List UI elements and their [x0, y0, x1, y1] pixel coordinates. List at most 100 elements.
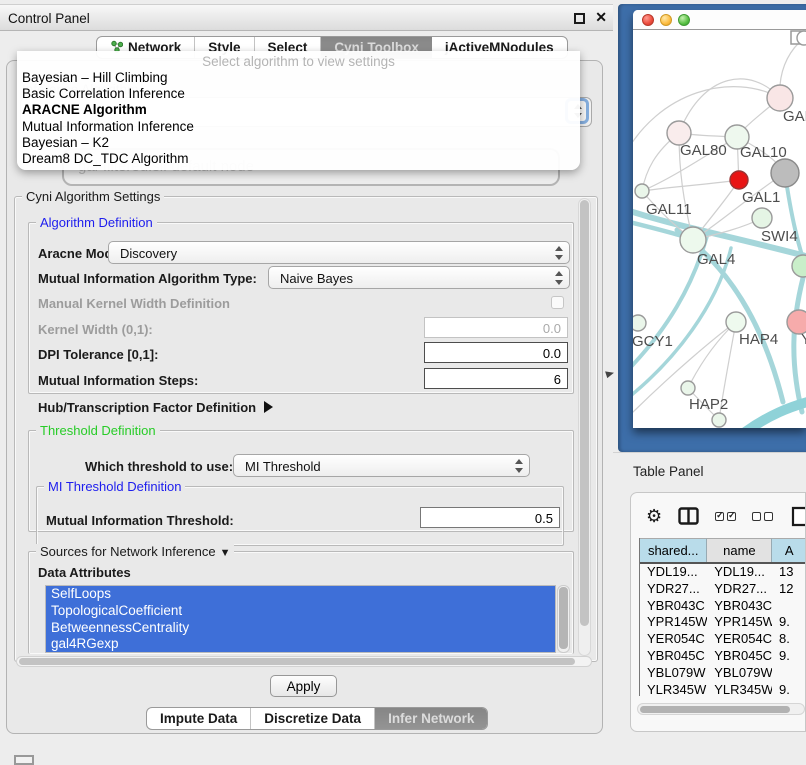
table-row[interactable]: YER054CYER054C8.: [640, 631, 806, 648]
chevron-right-icon: [264, 401, 273, 413]
tab-infer-network[interactable]: Infer Network: [375, 708, 487, 729]
scrollbar-thumb[interactable]: [640, 706, 790, 713]
attribute-item[interactable]: gal4RGexp: [46, 636, 555, 653]
split-columns-icon[interactable]: [678, 507, 699, 525]
gear-icon[interactable]: ⚙: [646, 506, 662, 527]
column-header-name[interactable]: name: [707, 538, 772, 562]
kernel-width-label: Kernel Width (0,1):: [38, 322, 153, 337]
table-cell: YLR345W: [640, 682, 707, 696]
table-cell: 13: [772, 564, 806, 581]
table-panel-divider: [613, 452, 806, 453]
select-all-checkboxes-icon[interactable]: [715, 512, 736, 521]
manual-kernel-width-checkbox[interactable]: [551, 296, 564, 309]
float-icon[interactable]: [574, 13, 585, 24]
table-row[interactable]: YBL079WYBL079W: [640, 665, 806, 682]
mi-steps-value: 6: [554, 372, 561, 387]
node-table[interactable]: shared... name A YDL19...YDL19...13YDR27…: [639, 538, 806, 696]
attribute-item[interactable]: BetweennessCentrality: [46, 620, 555, 637]
node-label: HAP2: [689, 396, 728, 413]
network-node[interactable]: [797, 31, 806, 45]
apply-button[interactable]: Apply: [270, 675, 337, 697]
table-cell: YBL079W: [640, 665, 707, 682]
attribute-item[interactable]: TopologicalCoefficient: [46, 603, 555, 620]
algorithm-option[interactable]: Dream8 DC_TDC Algorithm: [17, 151, 580, 167]
kernel-width-field: 0.0: [424, 317, 568, 338]
chevron-down-icon: ▼: [220, 547, 231, 559]
table-cell: 9.: [772, 648, 806, 665]
new-table-icon[interactable]: [791, 505, 806, 527]
aracne-mode-combo[interactable]: Discovery: [108, 241, 570, 264]
table-cell: [772, 598, 806, 615]
minimize-traffic-light-icon[interactable]: [660, 14, 672, 26]
network-view-window[interactable]: GALGAL80GAL10GAL1GAL11SWI4GAL4GCY1HAP4YH…: [633, 10, 806, 428]
data-attributes-list[interactable]: SelfLoopsTopologicalCoefficientBetweenne…: [45, 585, 556, 653]
table-cell: YDL19...: [640, 564, 707, 581]
node-label: GAL80: [680, 142, 727, 159]
network-node[interactable]: [712, 413, 726, 427]
cyni-bottom-tabs: Impute Data Discretize Data Infer Network: [146, 707, 488, 730]
network-node-gcy1[interactable]: [633, 315, 646, 331]
close-traffic-light-icon[interactable]: [642, 14, 654, 26]
sources-group-title[interactable]: Sources for Network Inference▼: [36, 544, 234, 559]
table-row[interactable]: YBR045CYBR045C9.: [640, 648, 806, 665]
column-header-shared-name[interactable]: shared...: [640, 538, 707, 562]
table-row[interactable]: YDR27...YDR27...12: [640, 581, 806, 598]
node-label: GAL4: [697, 251, 735, 268]
control-panel-title: Control Panel: [8, 11, 90, 26]
mi-steps-field[interactable]: 6: [424, 368, 568, 389]
which-threshold-combo[interactable]: MI Threshold: [233, 454, 530, 477]
scrollbar-thumb[interactable]: [580, 200, 589, 626]
network-node-gal1[interactable]: [730, 171, 748, 189]
deselect-all-checkboxes-icon[interactable]: [752, 512, 773, 521]
hub-definition-toggle[interactable]: Hub/Transcription Factor Definition: [38, 400, 273, 415]
algorithm-option[interactable]: ARACNE Algorithm: [17, 102, 580, 118]
table-cell: YBR045C: [707, 648, 772, 665]
mi-threshold-field[interactable]: 0.5: [420, 507, 560, 528]
scrollbar-thumb[interactable]: [19, 658, 575, 665]
network-node-gal11[interactable]: [635, 184, 649, 198]
tab-label: Discretize Data: [264, 711, 361, 726]
table-cell: YPR145W: [707, 614, 772, 631]
table-cell: YBR043C: [707, 598, 772, 615]
network-node[interactable]: [792, 255, 806, 277]
node-label: GCY1: [633, 333, 673, 350]
table-cell: 9.: [772, 614, 806, 631]
network-node-gal4[interactable]: [680, 227, 706, 253]
table-row[interactable]: YBR043CYBR043C: [640, 598, 806, 615]
attributes-list-scrollbar[interactable]: [557, 585, 570, 653]
tab-impute-data[interactable]: Impute Data: [147, 708, 251, 729]
table-cell: 12: [772, 581, 806, 598]
column-header-partial[interactable]: A: [772, 538, 806, 562]
network-node-hap4[interactable]: [726, 312, 746, 332]
settings-scrollbar[interactable]: [578, 198, 591, 656]
algorithm-option[interactable]: Basic Correlation Inference: [17, 86, 580, 102]
network-node-hap2[interactable]: [681, 381, 695, 395]
table-row[interactable]: YDL19...YDL19...13: [640, 564, 806, 581]
node-label: SWI4: [761, 228, 798, 245]
network-canvas[interactable]: GALGAL80GAL10GAL1GAL11SWI4GAL4GCY1HAP4YH…: [633, 30, 806, 428]
table-cell: YBL079W: [707, 665, 772, 682]
algorithm-option[interactable]: Mutual Information Inference: [17, 119, 580, 135]
table-body: YDL19...YDL19...13YDR27...YDR27...12YBR0…: [640, 564, 806, 696]
stepper-icon: [555, 271, 563, 285]
zoom-traffic-light-icon[interactable]: [678, 14, 690, 26]
table-row[interactable]: YPR145WYPR145W9.: [640, 614, 806, 631]
dpi-tolerance-field[interactable]: 0.0: [424, 342, 568, 363]
network-window-titlebar: [633, 10, 806, 30]
table-toolbar: ⚙: [631, 503, 805, 529]
close-icon[interactable]: ✕: [595, 9, 607, 26]
network-node-swi4[interactable]: [752, 208, 772, 228]
cyni-settings-group-title: Cyni Algorithm Settings: [22, 189, 164, 204]
mi-threshold-label: Mutual Information Threshold:: [46, 513, 234, 528]
table-row[interactable]: YLR345WYLR345W9.: [640, 682, 806, 696]
algorithm-option[interactable]: Bayesian – K2: [17, 135, 580, 151]
settings-horizontal-scrollbar[interactable]: [16, 656, 592, 667]
table-cell: YER054C: [640, 631, 707, 648]
attribute-item[interactable]: SelfLoops: [46, 586, 555, 603]
table-horizontal-scrollbar[interactable]: [637, 703, 805, 715]
mi-algorithm-type-combo[interactable]: Naive Bayes: [268, 266, 570, 289]
tab-discretize-data[interactable]: Discretize Data: [251, 708, 375, 729]
network-node[interactable]: [771, 159, 799, 187]
scrollbar-thumb[interactable]: [559, 587, 568, 649]
algorithm-option[interactable]: Bayesian – Hill Climbing: [17, 70, 580, 86]
